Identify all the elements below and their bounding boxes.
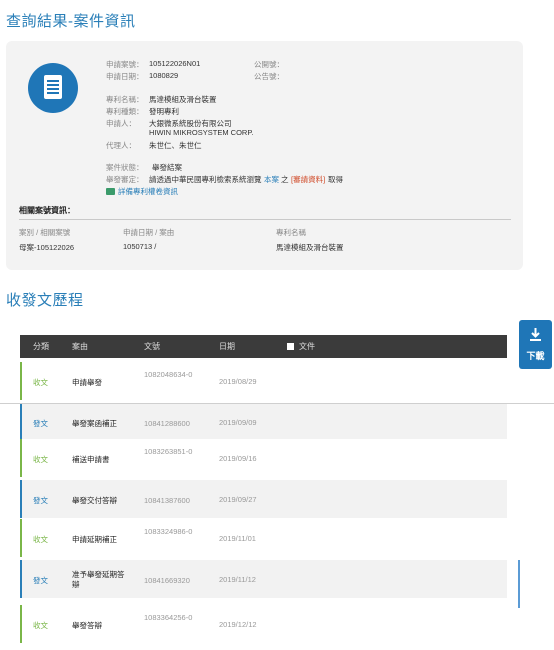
row-marker	[20, 605, 22, 643]
document-icon	[28, 63, 78, 113]
patent-name-value: 馬達模組及滑台裝置	[149, 95, 217, 104]
history-title: 收發文歷程	[6, 292, 84, 309]
app-no-value: 105122026N01	[149, 59, 201, 68]
patent-type-label: 專利種類：	[106, 107, 144, 116]
row-marker	[20, 560, 22, 598]
row-category: 收文	[33, 378, 48, 387]
decision-link[interactable]: 本案	[264, 174, 279, 185]
related-header-type: 案別 / 相關案號	[19, 228, 71, 237]
related-header-date: 申請日期 / 案由	[123, 228, 175, 237]
related-divider	[19, 219, 511, 220]
header-category: 分類	[33, 342, 49, 351]
row-category: 收文	[33, 621, 48, 630]
decision-tag[interactable]: [審請資料]	[291, 174, 325, 185]
table-row[interactable]: 收文 申請舉發 1082048634-0 2019/08/29	[20, 362, 507, 400]
case-info-card: 申請案號： 105122026N01 公開號： 申請日期： 1080829 公告…	[6, 41, 523, 270]
table-row[interactable]: 發文 准予舉發延期答辯 10841669320 2019/11/12	[20, 560, 507, 598]
row-category: 發文	[33, 419, 48, 428]
download-icon	[530, 328, 541, 341]
row-category: 發文	[33, 576, 48, 585]
patent-name-label: 專利名稱：	[106, 95, 144, 104]
row-doc-no: 1083263851-0	[144, 447, 193, 456]
row-subject: 舉發案函補正	[72, 419, 117, 428]
status-label: 案件狀態：	[106, 163, 144, 172]
row-doc-no: 1083364256-0	[144, 613, 193, 622]
row-date: 2019/12/12	[219, 620, 257, 629]
row-doc-no: 1082048634-0	[144, 370, 193, 379]
row-date: 2019/11/12	[219, 575, 256, 584]
row-date: 2019/09/16	[219, 454, 257, 463]
table-row[interactable]: 發文 舉發案函補正 10841288600 2019/09/09	[20, 403, 507, 441]
row-marker	[20, 519, 22, 557]
row-subject: 申請舉發	[72, 378, 102, 387]
row-subject: 申請延期補正	[72, 535, 117, 544]
header-file: 文件	[287, 341, 315, 352]
row-subject: 補送申請書	[72, 455, 110, 464]
table-row[interactable]: 收文 舉發答辯 1083364256-0 2019/12/12	[20, 605, 507, 643]
list-icon	[106, 188, 115, 195]
applicant-en: HIWIN MIKROSYSTEM CORP.	[149, 128, 254, 137]
download-label: 下載	[526, 351, 545, 361]
agent-value: 朱世仁、朱世仁	[149, 141, 202, 150]
related-case-value: 母案-105122026	[19, 243, 75, 252]
row-category: 發文	[33, 496, 48, 505]
row-subject: 准予舉發延期答辯	[72, 570, 125, 589]
status-value: 舉發結案	[152, 163, 182, 172]
row-date: 2019/09/27	[219, 495, 257, 504]
patent-type-value: 發明專利	[149, 107, 179, 116]
decision-label: 舉發審定：	[106, 175, 144, 184]
row-subject: 舉發答辯	[72, 621, 102, 630]
app-date-label: 申請日期：	[106, 72, 144, 81]
row-category: 收文	[33, 535, 48, 544]
app-date-value: 1080829	[149, 71, 179, 80]
scroll-indicator	[518, 560, 520, 608]
row-marker	[20, 480, 22, 518]
row-category: 收文	[33, 455, 48, 464]
app-no-label: 申請案號：	[106, 60, 144, 69]
row-doc-no: 10841288600	[144, 419, 190, 428]
row-marker	[20, 403, 22, 441]
row-marker	[20, 362, 22, 400]
row-date: 2019/08/29	[219, 377, 257, 386]
pub-no-label: 公開號：	[254, 60, 284, 69]
page-title: 查詢結果-案件資訊	[6, 13, 136, 30]
download-button[interactable]: 下載	[519, 320, 552, 369]
select-all-checkbox[interactable]	[287, 343, 294, 350]
table-row[interactable]: 發文 舉發交付答辯 10841387600 2019/09/27	[20, 480, 507, 518]
agent-label: 代理人：	[106, 141, 136, 150]
decision-end: 取得	[328, 175, 343, 184]
row-doc-no: 10841669320	[144, 576, 190, 585]
table-row[interactable]: 收文 申請延期補正 1083324986-0 2019/11/01	[20, 519, 507, 557]
row-subject: 舉發交付答辯	[72, 496, 117, 505]
decision-text: 請透過中華民國專利檢索系統瀏覽	[149, 175, 262, 184]
related-date-value: 1050713 /	[123, 242, 157, 251]
related-title: 相關案號資訊：	[19, 206, 75, 215]
row-marker	[20, 439, 22, 477]
row-date: 2019/11/01	[219, 534, 256, 543]
header-doc-no: 文號	[144, 342, 160, 351]
header-date: 日期	[219, 342, 235, 351]
related-rights-link[interactable]: 詳備專利權卷資訊	[106, 186, 178, 197]
notice-no-label: 公告號：	[254, 72, 284, 81]
page-divider	[0, 403, 554, 404]
header-subject: 案由	[72, 342, 88, 351]
related-name-value: 馬達模組及滑台裝置	[276, 243, 344, 252]
table-row[interactable]: 收文 補送申請書 1083263851-0 2019/09/16	[20, 439, 507, 477]
row-doc-no: 1083324986-0	[144, 527, 193, 536]
history-table-header: 分類 案由 文號 日期 文件	[20, 335, 507, 358]
page: 查詢結果-案件資訊 申請案號： 105122026N01 公開號： 申請日期： …	[0, 0, 554, 650]
decision-mid: 之	[281, 175, 289, 184]
row-doc-no: 10841387600	[144, 496, 190, 505]
related-header-name: 專利名稱	[276, 228, 306, 237]
applicant-label: 申請人：	[106, 119, 136, 128]
row-date: 2019/09/09	[219, 418, 257, 427]
